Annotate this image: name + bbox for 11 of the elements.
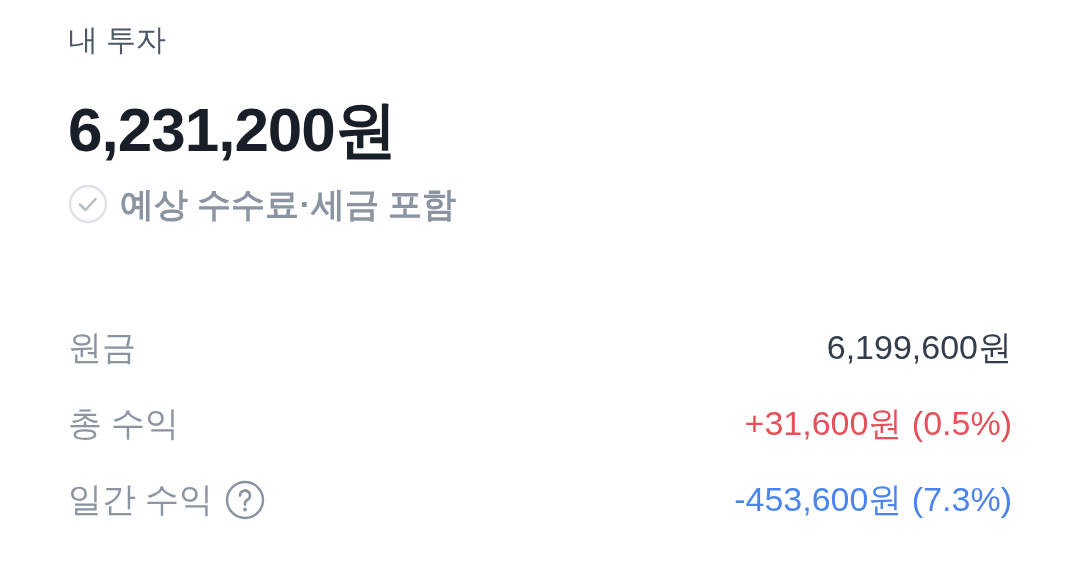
- row-value: 6,199,600원: [826, 327, 1012, 368]
- total-amount: 6,231,200원: [68, 94, 397, 166]
- check-icon[interactable]: [68, 184, 108, 224]
- help-icon[interactable]: [225, 480, 266, 520]
- row-label: 총 수익: [68, 403, 180, 444]
- option-label[interactable]: 예상 수수료·세금 포함: [120, 180, 457, 228]
- section-title: 내 투자: [68, 22, 168, 58]
- row-label: 일간 수익: [68, 479, 214, 520]
- row-value: -453,600원 (7.3%): [734, 479, 1012, 520]
- row-label: 원금: [68, 327, 136, 368]
- row-value: +31,600원 (0.5%): [744, 403, 1012, 444]
